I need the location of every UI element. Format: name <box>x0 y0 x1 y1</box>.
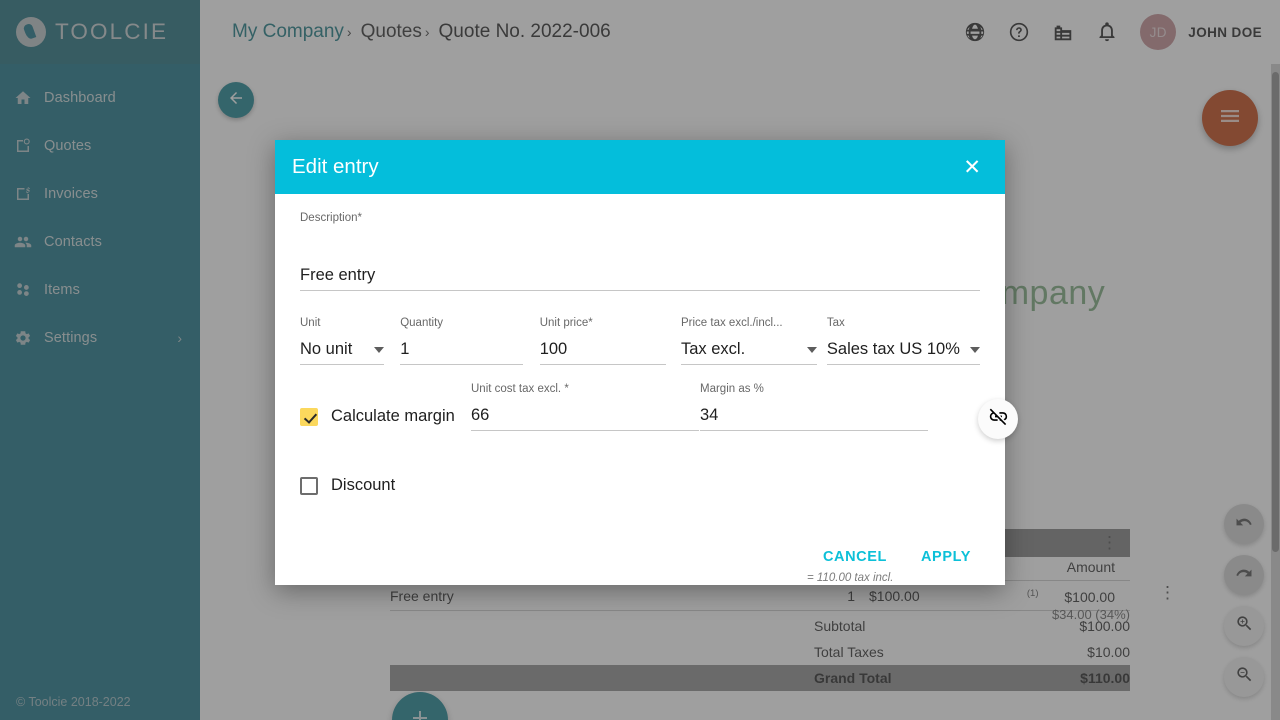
description-label: Description* <box>300 212 363 224</box>
price-tax-mode-label: Price tax excl./incl... <box>681 317 783 329</box>
price-tax-mode-value: Tax excl. <box>681 340 746 358</box>
dialog-title: Edit entry <box>292 155 379 178</box>
tax-value: Sales tax US 10% <box>826 340 960 358</box>
unit-price-label: Unit price* <box>539 317 593 329</box>
unit-price-field-group: Unit price* <box>539 317 666 365</box>
unit-cost-input[interactable] <box>471 406 699 431</box>
description-field-group: Description* <box>300 204 980 291</box>
cancel-button[interactable]: CANCEL <box>823 549 887 565</box>
price-tax-mode-field-group: Price tax excl./incl... Tax excl. <box>681 317 817 365</box>
tax-select[interactable]: Sales tax US 10% <box>826 340 980 365</box>
price-tax-mode-select[interactable]: Tax excl. <box>681 340 817 365</box>
discount-label: Discount <box>331 476 396 494</box>
unit-price-input[interactable] <box>539 340 666 365</box>
discount-checkbox-group[interactable]: Discount <box>300 476 980 495</box>
close-icon[interactable]: ✕ <box>957 153 987 182</box>
margin-percent-field-group: Margin as % <box>700 383 928 431</box>
margin-percent-input[interactable] <box>700 406 928 431</box>
unit-cost-label: Unit cost tax excl. * <box>471 383 569 395</box>
chevron-down-icon <box>806 347 817 353</box>
quantity-field-group: Quantity <box>400 317 523 365</box>
dialog-header: Edit entry ✕ <box>275 140 1005 194</box>
quantity-label: Quantity <box>400 317 444 329</box>
quantity-input[interactable] <box>400 340 523 365</box>
edit-entry-dialog: Edit entry ✕ Description* Unit No unit Q… <box>275 140 1018 585</box>
calculate-margin-checkbox-group[interactable]: Calculate margin <box>300 407 471 431</box>
entry-fields-row: Unit No unit Quantity Unit price* Price … <box>300 317 980 365</box>
margin-percent-label: Margin as % <box>700 383 764 395</box>
tax-field-group: Tax Sales tax US 10% <box>826 317 980 365</box>
unit-value: No unit <box>300 340 353 358</box>
description-input[interactable] <box>300 266 980 291</box>
apply-button[interactable]: APPLY <box>921 549 971 565</box>
unit-label: Unit <box>300 317 321 329</box>
unit-cost-field-group: Unit cost tax excl. * <box>471 383 699 431</box>
dialog-footer: CANCEL APPLY <box>275 549 1005 585</box>
chevron-down-icon <box>970 347 980 353</box>
link-off-icon <box>988 406 1009 432</box>
discount-checkbox[interactable] <box>300 476 318 495</box>
tax-incl-hint: = 110.00 tax incl. <box>807 572 894 584</box>
chevron-down-icon <box>374 347 385 353</box>
calculate-margin-row: Calculate margin Unit cost tax excl. * M… <box>300 383 1018 439</box>
unit-field-group: Unit No unit <box>300 317 385 365</box>
app-root: My Company ⋮ Description Qty. Price Amou… <box>0 0 1280 720</box>
calculate-margin-label: Calculate margin <box>331 407 455 425</box>
link-toggle-button[interactable] <box>978 399 1018 439</box>
unit-select[interactable]: No unit <box>300 340 385 365</box>
tax-label: Tax <box>826 317 845 329</box>
dialog-body: Description* Unit No unit Quantity Unit … <box>275 194 1018 584</box>
calculate-margin-checkbox[interactable] <box>300 407 318 426</box>
